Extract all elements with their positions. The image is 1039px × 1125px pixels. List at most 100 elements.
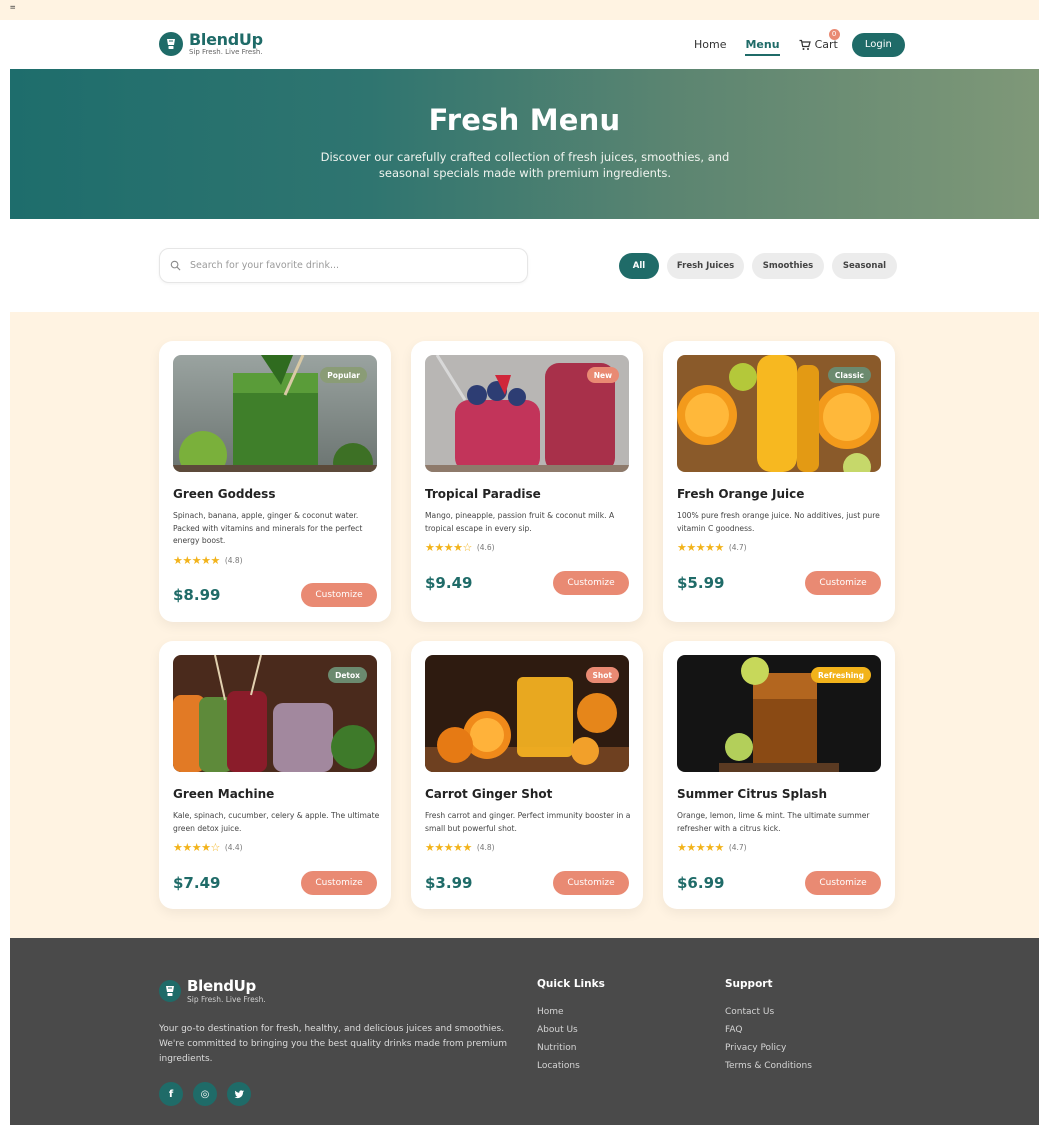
hero-banner: Fresh Menu Discover our carefully crafte… xyxy=(10,69,1039,219)
footer-link-faq[interactable]: FAQ xyxy=(725,1025,812,1035)
product-card: Refreshing Summer Citrus Splash Orange, … xyxy=(663,641,895,909)
quick-links-column: Quick Links Home About Us Nutrition Loca… xyxy=(537,978,605,1079)
product-image: Shot xyxy=(425,655,629,772)
product-name: Green Machine xyxy=(173,787,275,801)
search-input[interactable] xyxy=(190,260,510,271)
footer-link-contact[interactable]: Contact Us xyxy=(725,1007,812,1017)
product-rating: ★★★★★ (4.7) xyxy=(677,541,747,554)
footer-link-locations[interactable]: Locations xyxy=(537,1061,605,1071)
product-card: Detox Green Machine Kale, spinach, cucum… xyxy=(159,641,391,909)
footer-link-nutrition[interactable]: Nutrition xyxy=(537,1043,605,1053)
product-card: Popular Green Goddess Spinach, banana, a… xyxy=(159,341,391,622)
product-description: 100% pure fresh orange juice. No additiv… xyxy=(677,511,880,533)
product-price: $7.49 xyxy=(173,874,221,892)
customize-button[interactable]: Customize xyxy=(805,571,881,595)
product-rating: ★★★★★ (4.7) xyxy=(677,841,747,854)
rating-value: (4.6) xyxy=(476,543,495,552)
customize-button[interactable]: Customize xyxy=(553,871,629,895)
product-image: New xyxy=(425,355,629,472)
cart-count-badge: 0 xyxy=(828,29,840,40)
product-name: Fresh Orange Juice xyxy=(677,487,805,501)
brand-logo[interactable]: BlendUp Sip Fresh. Live Fresh. xyxy=(159,31,263,57)
search-icon xyxy=(170,260,181,271)
star-rating-icon: ★★★★☆ xyxy=(425,541,472,554)
filter-smoothies[interactable]: Smoothies xyxy=(752,253,824,279)
product-name: Summer Citrus Splash xyxy=(677,787,827,801)
rating-value: (4.8) xyxy=(224,556,243,565)
product-price: $6.99 xyxy=(677,874,725,892)
customize-button[interactable]: Customize xyxy=(553,571,629,595)
product-description: Kale, spinach, cucumber, celery & apple.… xyxy=(173,811,380,833)
customize-button[interactable]: Customize xyxy=(301,871,377,895)
product-description: Fresh carrot and ginger. Perfect immunit… xyxy=(425,811,631,833)
footer-link-about[interactable]: About Us xyxy=(537,1025,605,1035)
footer-link-terms[interactable]: Terms & Conditions xyxy=(725,1061,812,1071)
hero-subtitle: Discover our carefully crafted collectio… xyxy=(320,150,730,180)
product-card: New Tropical Paradise Mango, pineapple, … xyxy=(411,341,643,622)
cart-link[interactable]: Cart 0 xyxy=(799,29,840,51)
rating-value: (4.7) xyxy=(728,543,747,552)
brand-name: BlendUp xyxy=(189,30,263,49)
product-card: Shot Carrot Ginger Shot Fresh carrot and… xyxy=(411,641,643,909)
footer-brand-tagline: Sip Fresh. Live Fresh. xyxy=(187,995,266,1004)
product-rating: ★★★★☆ (4.6) xyxy=(425,541,495,554)
product-name: Carrot Ginger Shot xyxy=(425,787,553,801)
page-title: Fresh Menu xyxy=(428,103,621,137)
product-image: Popular xyxy=(173,355,377,472)
product-description: Spinach, banana, apple, ginger & coconut… xyxy=(173,511,363,545)
product-card: Classic Fresh Orange Juice 100% pure fre… xyxy=(663,341,895,622)
filter-seasonal[interactable]: Seasonal xyxy=(832,253,897,279)
search-bar[interactable] xyxy=(159,248,528,283)
instagram-icon[interactable]: ◎ xyxy=(193,1082,217,1106)
product-image: Detox xyxy=(173,655,377,772)
blender-icon xyxy=(159,980,181,1002)
support-column: Support Contact Us FAQ Privacy Policy Te… xyxy=(725,978,812,1079)
social-links: f ◎ xyxy=(159,1082,261,1106)
product-badge: New xyxy=(586,367,619,383)
footer-about-text: Your go-to destination for fresh, health… xyxy=(159,1024,508,1064)
star-rating-icon: ★★★★★ xyxy=(677,841,724,854)
customize-button[interactable]: Customize xyxy=(805,871,881,895)
star-rating-icon: ★★★★☆ xyxy=(173,841,220,854)
product-badge: Classic xyxy=(827,367,871,383)
product-name: Green Goddess xyxy=(173,487,276,501)
star-rating-icon: ★★★★★ xyxy=(173,554,220,567)
product-price: $3.99 xyxy=(425,874,473,892)
filter-fresh-juices[interactable]: Fresh Juices xyxy=(667,253,744,279)
product-badge: Detox xyxy=(328,667,367,683)
product-price: $8.99 xyxy=(173,586,221,604)
product-price: $5.99 xyxy=(677,574,725,592)
support-title: Support xyxy=(725,978,773,990)
footer-link-privacy[interactable]: Privacy Policy xyxy=(725,1043,812,1053)
nav-link-menu[interactable]: Menu xyxy=(745,38,780,56)
login-button[interactable]: Login xyxy=(851,32,905,57)
footer: BlendUp Sip Fresh. Live Fresh. Your go-t… xyxy=(10,938,1039,1125)
footer-logo[interactable]: BlendUp Sip Fresh. Live Fresh. xyxy=(159,978,266,1004)
product-rating: ★★★★★ (4.8) xyxy=(173,554,243,567)
customize-button[interactable]: Customize xyxy=(301,583,377,607)
rating-value: (4.8) xyxy=(476,843,495,852)
product-image: Refreshing xyxy=(677,655,881,772)
nav-link-home[interactable]: Home xyxy=(694,38,726,51)
footer-link-home[interactable]: Home xyxy=(537,1007,605,1017)
quick-links-title: Quick Links xyxy=(537,978,605,990)
twitter-icon[interactable] xyxy=(227,1082,251,1106)
footer-brand-name: BlendUp xyxy=(187,977,256,995)
nav-links: Home Menu Cart 0 Login xyxy=(694,20,905,69)
rating-value: (4.4) xyxy=(224,843,243,852)
navbar: BlendUp Sip Fresh. Live Fresh. Home Menu… xyxy=(10,20,1039,69)
cart-icon xyxy=(799,39,811,50)
rating-value: (4.7) xyxy=(728,843,747,852)
product-description: Orange, lemon, lime & mint. The ultimate… xyxy=(677,811,870,833)
facebook-icon[interactable]: f xyxy=(159,1082,183,1106)
blender-icon xyxy=(159,32,183,56)
filter-all[interactable]: All xyxy=(619,253,659,279)
product-badge: Shot xyxy=(585,667,619,683)
product-badge: Popular xyxy=(320,367,367,383)
brand-tagline: Sip Fresh. Live Fresh. xyxy=(189,48,263,56)
star-rating-icon: ★★★★★ xyxy=(677,541,724,554)
product-image: Classic xyxy=(677,355,881,472)
product-grid-section: Popular Green Goddess Spinach, banana, a… xyxy=(10,312,1039,938)
star-rating-icon: ★★★★★ xyxy=(425,841,472,854)
category-filters: All Fresh Juices Smoothies Seasonal xyxy=(619,253,905,279)
